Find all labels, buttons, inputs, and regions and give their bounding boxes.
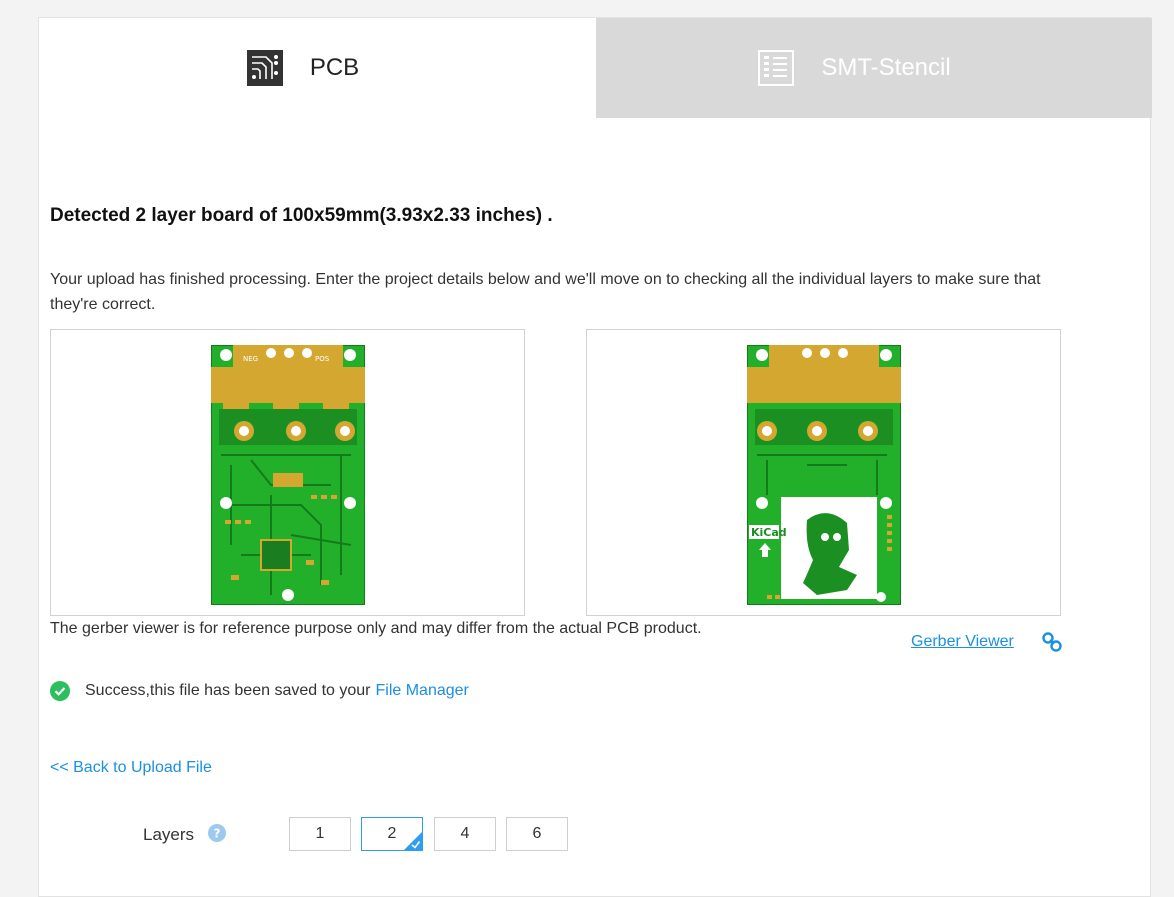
pcb-top-preview: NEG POS — [50, 329, 525, 616]
board-detected-title: Detected 2 layer board of 100x59mm(3.93x… — [50, 205, 553, 226]
back-to-upload-link[interactable]: << Back to Upload File — [50, 759, 212, 777]
check-circle-icon — [50, 681, 70, 701]
layer-option-label: 2 — [387, 825, 397, 842]
file-manager-link[interactable]: File Manager — [376, 682, 469, 700]
help-question-icon[interactable]: ? — [208, 824, 226, 842]
pcb-top-image: NEG POS — [210, 345, 365, 605]
layers-label: Layers — [143, 825, 195, 844]
pcb-bottom-image: KiCad — [746, 345, 901, 605]
svg-text:?: ? — [214, 827, 221, 841]
upload-success-message: Success,this file has been saved to your… — [50, 681, 469, 701]
pcb-icon — [246, 50, 283, 86]
silkscreen-pos: POS — [315, 355, 330, 363]
tab-label: PCB — [309, 54, 360, 81]
upload-status-text: Your upload has finished processing. Ent… — [50, 271, 1041, 313]
pcb-bottom-preview: KiCad — [586, 329, 1061, 616]
stencil-icon — [758, 50, 795, 86]
layer-option-2[interactable]: 2 — [361, 817, 423, 851]
tab-pcb[interactable]: PCB — [39, 18, 596, 118]
silkscreen-neg: NEG — [243, 355, 258, 363]
layer-option-1[interactable]: 1 — [289, 817, 351, 851]
gerber-viewer-link[interactable]: Gerber Viewer — [911, 633, 1014, 651]
layer-option-4[interactable]: 4 — [434, 817, 496, 851]
tab-bar: PCB SMT-Stencil — [39, 18, 1152, 118]
gerber-disclaimer: The gerber viewer is for reference purpo… — [50, 620, 702, 637]
tab-smt-stencil[interactable]: SMT-Stencil — [596, 18, 1152, 118]
success-text: Success,this file has been saved to your — [85, 682, 371, 699]
tab-label: SMT-Stencil — [821, 54, 951, 81]
layer-option-6[interactable]: 6 — [506, 817, 568, 851]
selected-check-icon — [404, 832, 422, 850]
kicad-logo-text: KiCad — [751, 526, 787, 539]
chain-link-icon[interactable] — [1040, 630, 1064, 654]
